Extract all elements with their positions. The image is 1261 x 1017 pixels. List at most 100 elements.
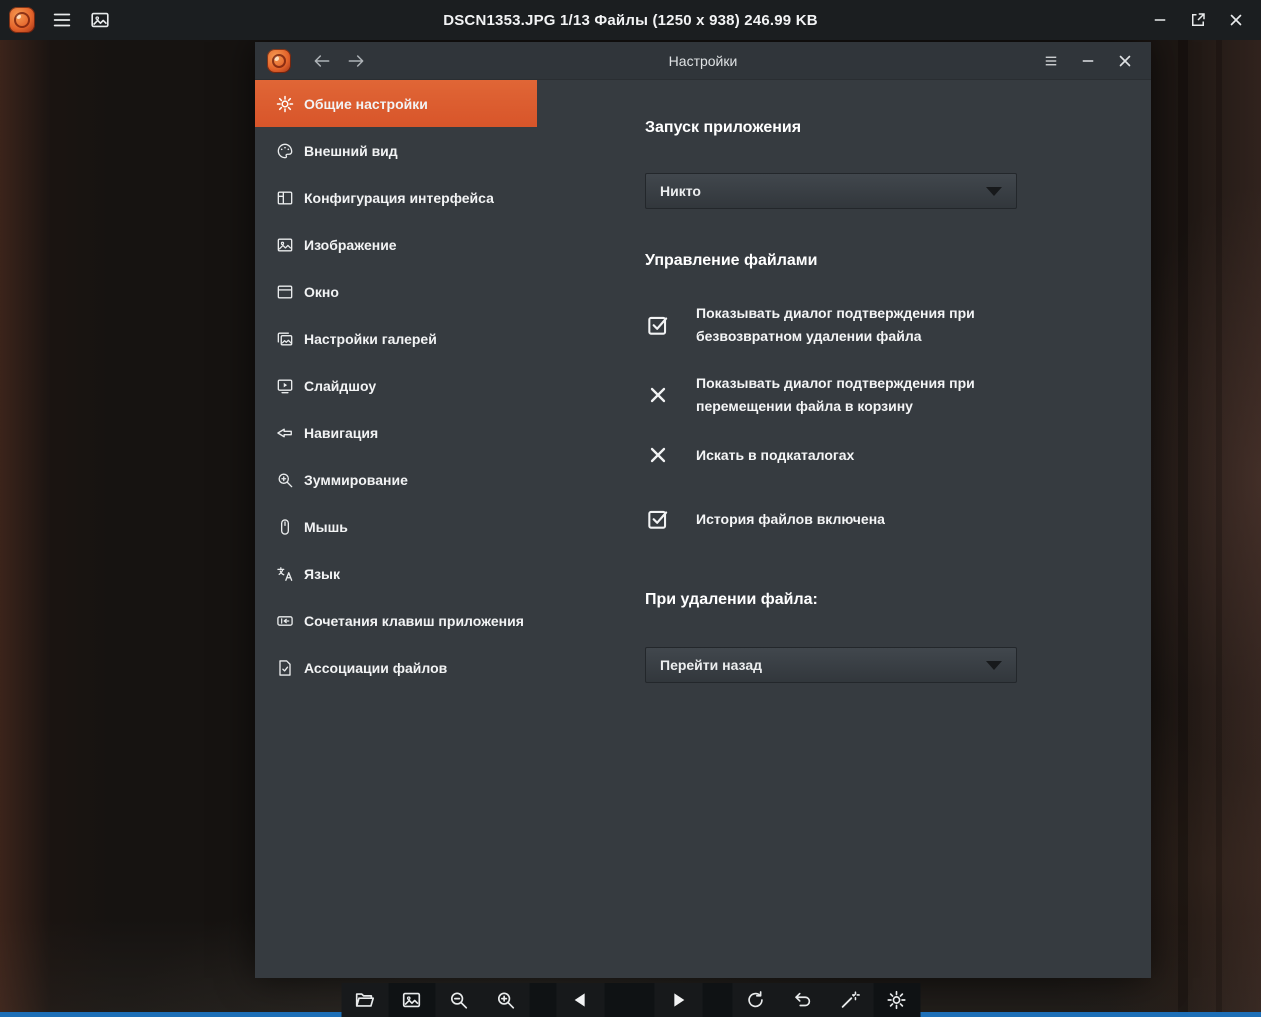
- checkbox-confirm-trash[interactable]: Показывать диалог подтверждения при пере…: [645, 372, 1151, 418]
- checkbox-icon: [645, 506, 671, 532]
- close-icon: [1119, 55, 1130, 66]
- magic-wand-icon: [841, 991, 860, 1008]
- dropdown-value: Перейти назад: [660, 657, 763, 673]
- reset-button[interactable]: [779, 983, 826, 1017]
- settings-minimize-button[interactable]: [1069, 42, 1106, 80]
- open-folder-button[interactable]: [341, 983, 388, 1017]
- settings-titlebar: Настройки: [255, 42, 1151, 80]
- undo-icon: [795, 992, 811, 1007]
- sidebar-item-label: Ассоциации файлов: [304, 659, 448, 676]
- section-title-file-management: Управление файлами: [645, 252, 818, 269]
- forward-button[interactable]: [339, 42, 373, 80]
- thumbnails-icon: [91, 12, 109, 28]
- sidebar-item-language[interactable]: Язык: [255, 550, 537, 597]
- previous-image-button[interactable]: [556, 983, 604, 1017]
- back-arrow-icon: [314, 54, 330, 67]
- detach-window-button[interactable]: [1179, 0, 1217, 40]
- checkbox-confirm-permanent-delete[interactable]: Показывать диалог подтверждения при безв…: [645, 302, 1151, 348]
- sidebar-item-navigation[interactable]: Навигация: [255, 409, 537, 456]
- settings-close-button[interactable]: [1106, 42, 1143, 80]
- file-check-icon: [275, 658, 295, 678]
- settings-content: Запуск приложения Никто Управление файла…: [537, 80, 1151, 978]
- sidebar-item-label: Изображение: [304, 236, 397, 253]
- dropdown-value: Никто: [660, 183, 701, 199]
- sidebar-item-window[interactable]: Окно: [255, 268, 537, 315]
- sidebar-item-label: Мышь: [304, 518, 348, 535]
- main-menu-button[interactable]: [43, 0, 81, 40]
- gear-icon: [275, 94, 295, 114]
- thumbnails-button[interactable]: [81, 0, 119, 40]
- sidebar-item-shortcuts[interactable]: Сочетания клавиш приложения: [255, 597, 537, 644]
- settings-dialog: Настройки Общие настройки Внешний вид Ко…: [255, 42, 1151, 978]
- image-icon: [275, 235, 295, 255]
- sidebar-item-zooming[interactable]: Зуммирование: [255, 456, 537, 503]
- main-toolbar: [341, 983, 920, 1017]
- checkbox-search-subfolders[interactable]: Искать в подкаталогах: [645, 442, 1151, 468]
- settings-button[interactable]: [873, 983, 920, 1017]
- mouse-icon: [275, 517, 295, 537]
- sidebar-item-label: Сочетания клавиш приложения: [304, 612, 524, 629]
- filters-button[interactable]: [826, 983, 873, 1017]
- sidebar-item-label: Язык: [304, 565, 340, 582]
- hamburger-icon: [53, 13, 71, 27]
- checkbox-icon: [645, 442, 671, 468]
- keyboard-shortcut-icon: [275, 611, 295, 631]
- previous-icon: [574, 993, 585, 1007]
- section-title-on-delete: При удалении файла:: [645, 591, 818, 608]
- sidebar-item-appearance[interactable]: Внешний вид: [255, 127, 537, 174]
- gallery-button[interactable]: [388, 983, 435, 1017]
- on-delete-dropdown[interactable]: Перейти назад: [645, 647, 1017, 683]
- checkbox-icon: [645, 312, 671, 338]
- settings-menu-button[interactable]: [1032, 42, 1069, 80]
- minimize-icon: [1154, 19, 1166, 21]
- toolbar-spacer: [702, 983, 732, 1017]
- zoom-out-button[interactable]: [435, 983, 482, 1017]
- back-button[interactable]: [305, 42, 339, 80]
- zoom-icon: [275, 470, 295, 490]
- gallery-image-icon: [402, 992, 421, 1008]
- tree-silhouette: [1178, 40, 1188, 1017]
- sidebar-item-label: Навигация: [304, 424, 379, 441]
- rotate-button[interactable]: [732, 983, 779, 1017]
- sidebar-item-label: Настройки галерей: [304, 330, 437, 347]
- minimize-icon: [1082, 59, 1093, 62]
- zoom-in-button[interactable]: [482, 983, 529, 1017]
- sidebar-item-image[interactable]: Изображение: [255, 221, 537, 268]
- window-title: DSCN1353.JPG 1/13 Файлы (1250 x 938) 246…: [443, 11, 818, 29]
- detach-icon: [1192, 13, 1205, 26]
- toolbar-spacer: [604, 983, 654, 1017]
- app-launch-dropdown[interactable]: Никто: [645, 173, 1017, 209]
- checkbox-icon: [645, 382, 671, 408]
- main-titlebar: DSCN1353.JPG 1/13 Файлы (1250 x 938) 246…: [0, 0, 1261, 40]
- close-button[interactable]: [1217, 0, 1255, 40]
- sidebar-item-general-settings[interactable]: Общие настройки: [255, 80, 537, 127]
- sidebar-item-slideshow[interactable]: Слайдшоу: [255, 362, 537, 409]
- checkbox-label: Искать в подкаталогах: [696, 446, 855, 463]
- sidebar-item-file-associations[interactable]: Ассоциации файлов: [255, 644, 537, 691]
- rotate-icon: [748, 991, 763, 1008]
- minimize-button[interactable]: [1141, 0, 1179, 40]
- app-logo: [9, 7, 35, 33]
- sidebar-item-interface-config[interactable]: Конфигурация интерфейса: [255, 174, 537, 221]
- sidebar-item-label: Окно: [304, 283, 339, 300]
- gear-icon: [887, 990, 906, 1010]
- sidebar-item-label: Слайдшоу: [304, 377, 377, 394]
- zoom-out-icon: [450, 992, 468, 1009]
- sidebar-item-label: Внешний вид: [304, 142, 398, 159]
- next-icon: [673, 993, 684, 1007]
- settings-sidebar: Общие настройки Внешний вид Конфигурация…: [255, 80, 537, 978]
- app-logo: [267, 48, 291, 73]
- open-folder-icon: [355, 993, 375, 1007]
- next-image-button[interactable]: [654, 983, 702, 1017]
- zoom-in-icon: [497, 992, 515, 1009]
- checkbox-label: Показывать диалог подтверждения при безв…: [696, 305, 975, 344]
- sidebar-item-mouse[interactable]: Мышь: [255, 503, 537, 550]
- palette-icon: [275, 141, 295, 161]
- checkbox-list: Показывать диалог подтверждения при безв…: [645, 302, 1151, 532]
- chevron-down-icon: [986, 660, 1002, 670]
- checkbox-file-history[interactable]: История файлов включена: [645, 506, 1151, 532]
- gallery-icon: [275, 329, 295, 349]
- toolbar-spacer: [529, 983, 556, 1017]
- sidebar-item-label: Общие настройки: [304, 95, 428, 112]
- sidebar-item-gallery-settings[interactable]: Настройки галерей: [255, 315, 537, 362]
